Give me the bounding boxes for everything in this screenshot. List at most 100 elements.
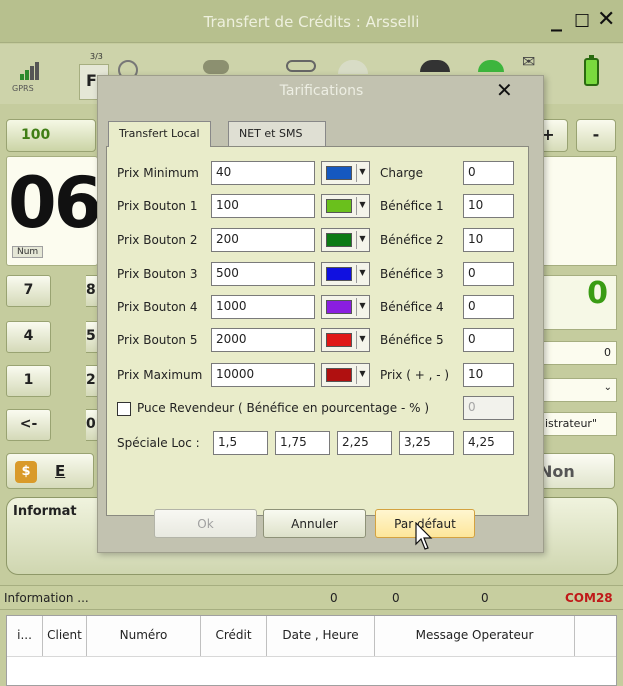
- key-backspace[interactable]: <-: [6, 409, 51, 441]
- column-header[interactable]: Crédit: [201, 616, 267, 656]
- mouse-cursor-icon: [415, 522, 433, 550]
- prix-minimum-input[interactable]: 40: [211, 161, 315, 185]
- window-title: Transfert de Crédits : Arsselli: [203, 13, 420, 31]
- benefice-4-label: Bénéfice 4: [380, 300, 444, 314]
- benefice-5-input[interactable]: 0: [463, 328, 514, 352]
- charge-input[interactable]: 0: [463, 161, 514, 185]
- money-button-label: E: [55, 462, 66, 480]
- prix-bouton-1-input[interactable]: 100: [211, 194, 315, 218]
- benefice-2-label: Bénéfice 2: [380, 233, 444, 247]
- column-header-spacer: [575, 616, 616, 656]
- prix-bouton-4-input[interactable]: 1000: [211, 295, 315, 319]
- dialog-title: Tarifications: [279, 83, 364, 99]
- cancel-button[interactable]: Annuler: [263, 509, 366, 538]
- prix-bouton-2-color[interactable]: ▼: [321, 228, 370, 252]
- dropdown-arrow-icon: ▼: [356, 164, 368, 182]
- tab-transfert-local[interactable]: Transfert Local: [108, 121, 211, 147]
- prix-bouton-3-label: Prix Bouton 3: [117, 267, 198, 281]
- dropdown-arrow-icon: ▼: [356, 197, 368, 215]
- column-header[interactable]: Date , Heure: [267, 616, 375, 656]
- status-info: Information ...: [4, 591, 89, 605]
- dropdown-arrow-icon: ▼: [356, 265, 368, 283]
- reseller-checkbox[interactable]: [117, 402, 131, 416]
- prix-maximum-label: Prix Maximum: [117, 368, 203, 382]
- key-1[interactable]: 1: [6, 365, 51, 397]
- benefice-4-input[interactable]: 0: [463, 295, 514, 319]
- mail-icon[interactable]: ✉: [522, 52, 535, 71]
- speciale-loc-input-1[interactable]: 1,5: [213, 431, 268, 455]
- prix-bouton-5-label: Prix Bouton 5: [117, 333, 198, 347]
- prix-maximum-input[interactable]: 10000: [211, 363, 315, 387]
- dropdown-arrow-icon: ▼: [356, 231, 368, 249]
- prix-plus-minus-input[interactable]: 10: [463, 363, 514, 387]
- tab-panel: Prix Minimum 40 ▼ Charge 0 Prix Bouton 1…: [106, 146, 529, 516]
- money-bag-icon: $: [15, 461, 37, 483]
- column-header[interactable]: Numéro: [87, 616, 201, 656]
- prix-bouton-5-input[interactable]: 2000: [211, 328, 315, 352]
- prix-minimum-label: Prix Minimum: [117, 166, 199, 180]
- prix-minimum-color[interactable]: ▼: [321, 161, 370, 185]
- prix-maximum-color[interactable]: ▼: [321, 363, 370, 387]
- benefice-3-label: Bénéfice 3: [380, 267, 444, 281]
- chevron-down-icon: ⌄: [603, 382, 612, 393]
- dialog-close-button[interactable]: ✕: [496, 78, 513, 102]
- speciale-loc-label: Spéciale Loc :: [117, 436, 200, 450]
- column-header[interactable]: i...: [7, 616, 43, 656]
- prix-bouton-3-input[interactable]: 500: [211, 262, 315, 286]
- benefice-1-input[interactable]: 10: [463, 194, 514, 218]
- title-bar: Transfert de Crédits : Arsselli _ ☐ ✕: [0, 0, 623, 43]
- reseller-percent-input: 0: [463, 396, 514, 420]
- money-button[interactable]: $ E: [6, 453, 94, 489]
- status-count-2: 0: [392, 591, 400, 605]
- num-lock-badge: Num: [12, 246, 44, 258]
- dropdown-arrow-icon: ▼: [356, 366, 368, 384]
- ok-button[interactable]: Ok: [154, 509, 257, 538]
- charge-label: Charge: [380, 166, 424, 180]
- speciale-loc-input-2[interactable]: 1,75: [275, 431, 330, 455]
- speciale-loc-input-5[interactable]: 4,25: [463, 431, 514, 455]
- page-count: 3/3: [90, 52, 103, 61]
- gprs-label: GPRS: [12, 84, 34, 93]
- info-panel-title: Informat: [13, 504, 77, 519]
- prix-bouton-4-color[interactable]: ▼: [321, 295, 370, 319]
- benefice-2-input[interactable]: 10: [463, 228, 514, 252]
- tarifications-dialog: Tarifications ✕ Transfert Local NET et S…: [97, 75, 544, 553]
- prix-bouton-1-color[interactable]: ▼: [321, 194, 370, 218]
- maximize-button[interactable]: ☐: [574, 10, 590, 34]
- display-number: 06: [8, 162, 102, 244]
- benefice-3-input[interactable]: 0: [463, 262, 514, 286]
- reseller-label: Puce Revendeur ( Bénéfice en pourcentage…: [137, 401, 430, 415]
- status-port: COM28: [565, 591, 613, 605]
- dropdown-arrow-icon: ▼: [356, 331, 368, 349]
- transactions-table: i... Client Numéro Crédit Date , Heure M…: [6, 615, 617, 686]
- key-7[interactable]: 7: [6, 275, 51, 307]
- benefice-1-label: Bénéfice 1: [380, 199, 444, 213]
- prix-bouton-4-label: Prix Bouton 4: [117, 300, 198, 314]
- prix-bouton-3-color[interactable]: ▼: [321, 262, 370, 286]
- benefice-5-label: Bénéfice 5: [380, 333, 444, 347]
- tab-net-sms[interactable]: NET et SMS: [228, 121, 326, 146]
- speciale-loc-input-3[interactable]: 2,25: [337, 431, 392, 455]
- users-icon[interactable]: [420, 60, 450, 72]
- close-button[interactable]: ✕: [597, 8, 615, 32]
- column-header[interactable]: Client: [43, 616, 87, 656]
- phone-icon[interactable]: [286, 60, 316, 72]
- prix-plus-minus-label: Prix ( + , - ): [380, 368, 450, 382]
- prix-bouton-5-color[interactable]: ▼: [321, 328, 370, 352]
- prix-bouton-2-input[interactable]: 200: [211, 228, 315, 252]
- status-count-1: 0: [330, 591, 338, 605]
- table-row[interactable]: [7, 656, 616, 686]
- prix-bouton-1-label: Prix Bouton 1: [117, 199, 198, 213]
- minus-button[interactable]: -: [576, 119, 616, 152]
- column-header[interactable]: Message Operateur: [375, 616, 575, 656]
- number-display: 06 Num: [6, 156, 102, 266]
- speciale-loc-input-4[interactable]: 3,25: [399, 431, 454, 455]
- key-4[interactable]: 4: [6, 321, 51, 353]
- battery-icon: [584, 55, 599, 86]
- printer-icon[interactable]: [203, 60, 229, 74]
- status-bar: Information ... 0 0 0 COM28: [0, 585, 623, 610]
- prix-bouton-2-label: Prix Bouton 2: [117, 233, 198, 247]
- minimize-button[interactable]: _: [551, 8, 562, 32]
- amount-button-100[interactable]: 100: [6, 119, 96, 152]
- status-count-3: 0: [481, 591, 489, 605]
